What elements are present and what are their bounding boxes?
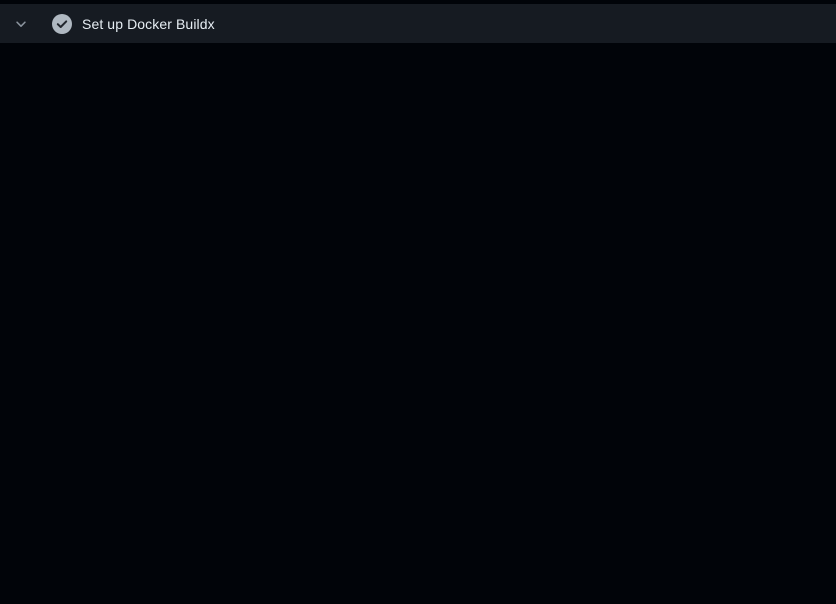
log-line: 120{ <box>0 257 836 277</box>
log-line: 136builder-d9cfb5a1-c764-445a-a57e-0b19d… <box>0 577 836 597</box>
log-line: 99builder-d9cfb5a1-c764-445a-a57e-0b19d2… <box>0 197 836 217</box>
step-header[interactable]: Set up Docker Buildx <box>0 4 836 43</box>
step-title: Set up Docker Buildx <box>82 16 215 32</box>
log-line[interactable]: 135▼BuildKit version <box>0 557 836 577</box>
log-line[interactable]: 94▼Buildx version <box>0 97 836 117</box>
check-circle-icon <box>52 14 72 34</box>
log-line[interactable]: 7▶Docker info <box>0 77 836 97</box>
log-line: 126 "buildkitd-flags": "--allow-insecure… <box>0 377 836 397</box>
log-line: 132 "driver": "docker-container", <box>0 497 836 517</box>
log-line: 95/usr/bin/docker buildx version <box>0 117 836 137</box>
log-line: 129 } <box>0 437 836 457</box>
actions-log-viewer: Set up Docker Buildx 1▶Run ./ 7▶Docker i… <box>0 0 836 604</box>
log-line[interactable]: 119▼Inspect builder <box>0 237 836 257</box>
log-line: 96github.com/docker/buildx 0.10.3+azure-… <box>0 137 836 157</box>
log-line: 125 "status": "running", <box>0 357 836 377</box>
chevron-down-icon[interactable] <box>14 17 28 31</box>
log-line[interactable]: 100▶Booting builder <box>0 217 836 237</box>
log-line: 127 "buildkit": "v0.11.3", <box>0 397 836 417</box>
log-area: 1▶Run ./ 7▶Docker info 94▼Buildx version… <box>0 43 836 597</box>
log-line: 131 "name": "builder-d9cfb5a1-c764-445a-… <box>0 477 836 497</box>
log-line: 133 "lastActivity": "2023-02-25T11:58:12… <box>0 517 836 537</box>
log-line: 98/usr/bin/docker buildx create --name b… <box>0 177 836 197</box>
log-line: 130 ], <box>0 457 836 477</box>
log-line: 121 "nodes": [ <box>0 277 836 297</box>
log-line: 124 "endpoint": "unix:///var/run/docker.… <box>0 337 836 357</box>
log-line: 122 { <box>0 297 836 317</box>
log-line[interactable]: 1▶Run ./ <box>0 57 836 77</box>
log-line[interactable]: 97▼Creating a new builder instance <box>0 157 836 177</box>
log-line: 123 "name": "builder-d9cfb5a1-c764-445a-… <box>0 317 836 337</box>
log-line: 134} <box>0 537 836 557</box>
log-line: 128 "platforms": "linux/amd64,linux/amd6… <box>0 417 836 437</box>
